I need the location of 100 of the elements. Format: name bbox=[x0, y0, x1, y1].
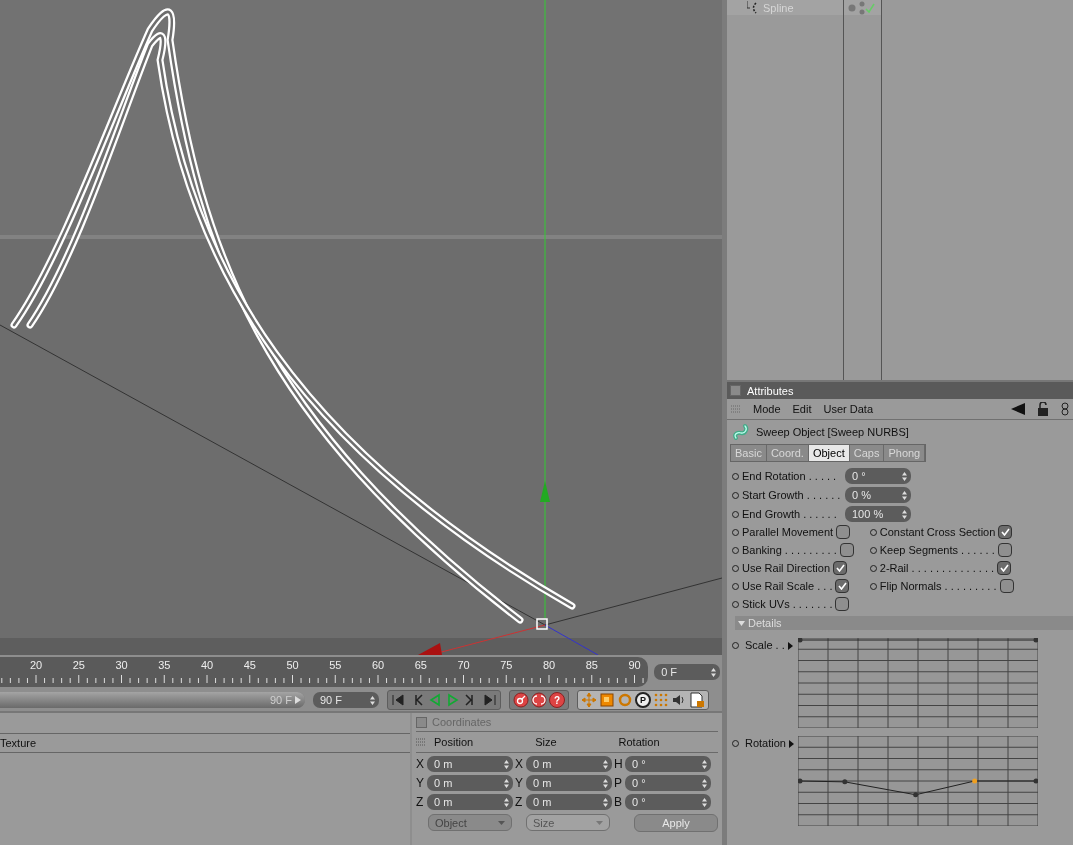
axis-label: Y bbox=[416, 776, 425, 790]
value-field[interactable]: 0 m bbox=[427, 794, 513, 810]
checkbox[interactable] bbox=[997, 561, 1012, 575]
panel-checkbox[interactable] bbox=[730, 385, 741, 396]
spinner-icon[interactable] bbox=[370, 695, 375, 705]
parameter-key-button[interactable]: P bbox=[635, 692, 651, 708]
axis-label: X bbox=[416, 757, 425, 771]
spinner-icon[interactable] bbox=[504, 778, 509, 788]
field-label: Start Growth . . . . . . bbox=[742, 489, 842, 501]
checkbox[interactable] bbox=[835, 597, 850, 611]
spline-graph[interactable] bbox=[798, 736, 1038, 826]
option-label: Constant Cross Section bbox=[879, 526, 996, 538]
sweep-object-icon bbox=[732, 423, 750, 441]
back-arrow-icon[interactable] bbox=[1011, 403, 1025, 415]
menu-item[interactable]: User Data bbox=[823, 403, 874, 415]
grip-icon[interactable] bbox=[416, 737, 426, 747]
value-field[interactable]: 0 m bbox=[427, 775, 513, 791]
auto-key-icon[interactable] bbox=[531, 692, 547, 708]
tab[interactable]: Object bbox=[808, 445, 850, 461]
value-field[interactable]: 0 ° bbox=[625, 794, 711, 810]
checkbox[interactable] bbox=[997, 543, 1012, 557]
spinner-icon[interactable] bbox=[603, 797, 608, 807]
frame-label: 65 bbox=[414, 659, 427, 671]
frame-label: 25 bbox=[72, 659, 85, 671]
document-icon[interactable] bbox=[689, 692, 705, 708]
record-key-icon[interactable] bbox=[513, 692, 529, 708]
spinner-icon[interactable] bbox=[504, 759, 509, 769]
expand-arrow-icon[interactable] bbox=[787, 642, 793, 650]
axis-label: Z bbox=[416, 795, 425, 809]
skip-end-icon[interactable] bbox=[481, 692, 497, 708]
panel-checkbox[interactable] bbox=[416, 716, 427, 728]
column-header: Size bbox=[535, 736, 557, 748]
frame-label: 45 bbox=[243, 659, 256, 671]
spinner-icon[interactable] bbox=[603, 778, 608, 788]
frame-label: 60 bbox=[371, 659, 385, 671]
caret-icon bbox=[498, 820, 505, 825]
value-field[interactable]: 0 m bbox=[526, 756, 612, 772]
value-field[interactable]: 0 ° bbox=[625, 775, 711, 791]
checkbox[interactable] bbox=[833, 561, 848, 575]
visibility-dot-icon[interactable] bbox=[848, 3, 856, 12]
spinner-icon[interactable] bbox=[902, 509, 907, 519]
value-field[interactable]: 0 m bbox=[526, 775, 612, 791]
expand-arrow-icon[interactable] bbox=[789, 740, 794, 748]
max-frame-field[interactable]: 90 F bbox=[313, 692, 379, 708]
grip-icon[interactable] bbox=[731, 404, 741, 414]
scale-icon[interactable] bbox=[599, 692, 615, 708]
panel-title: Attributes bbox=[747, 384, 794, 397]
disclosure-triangle-icon[interactable] bbox=[738, 620, 745, 626]
spinner-icon[interactable] bbox=[702, 797, 707, 807]
axis-label: B bbox=[614, 795, 623, 809]
play-icon bbox=[295, 696, 301, 704]
menu-item[interactable]: Mode bbox=[753, 403, 781, 415]
axis-label: H bbox=[614, 757, 623, 771]
lock-icon[interactable] bbox=[1037, 402, 1049, 416]
option-label: 2-Rail . . . . . . . . . . . . . . bbox=[879, 562, 995, 574]
timeline-ruler[interactable]: 20 25 30 35 40 45 50 55 60 65 70 75 80 85 90 bbox=[0, 657, 649, 687]
field-label: End Growth . . . . . . bbox=[742, 508, 838, 520]
value-field[interactable]: 0 m bbox=[526, 794, 612, 810]
spinner-icon[interactable] bbox=[603, 759, 608, 769]
frame-label: 35 bbox=[158, 659, 171, 671]
checkbox[interactable] bbox=[999, 579, 1014, 593]
dropdown[interactable]: Object bbox=[428, 814, 512, 831]
checkmark-icon[interactable] bbox=[859, 0, 875, 15]
frame-label: 55 bbox=[329, 659, 342, 671]
checkbox[interactable] bbox=[835, 579, 850, 593]
spinner-icon[interactable] bbox=[504, 797, 509, 807]
column-header: Position bbox=[434, 736, 474, 748]
spinner-icon[interactable] bbox=[702, 778, 707, 788]
checkbox[interactable] bbox=[836, 525, 851, 539]
spinner-icon[interactable] bbox=[711, 667, 716, 677]
graph-label: Rotation bbox=[745, 737, 786, 749]
spinner-icon[interactable] bbox=[902, 471, 907, 481]
axis-label: X bbox=[515, 757, 524, 771]
frame-field[interactable]: 0 F bbox=[654, 664, 720, 680]
spline-graph[interactable] bbox=[798, 638, 1038, 728]
value-field[interactable]: 0 ° bbox=[625, 756, 711, 772]
spinner-icon[interactable] bbox=[902, 490, 907, 500]
value-field[interactable]: 0 % bbox=[845, 487, 911, 503]
value-field[interactable]: 100 % bbox=[845, 506, 911, 522]
link-icon[interactable] bbox=[1061, 402, 1069, 416]
value-field[interactable]: 0 m bbox=[427, 756, 513, 772]
option-label: Keep Segments . . . . . . bbox=[879, 544, 995, 556]
checkbox[interactable] bbox=[839, 543, 854, 557]
option-label: Flip Normals . . . . . . . . . bbox=[879, 580, 997, 592]
key-help-button[interactable]: ? bbox=[549, 692, 565, 708]
axis-label: Y bbox=[515, 776, 524, 790]
axis-label: P bbox=[614, 776, 623, 790]
frame-label: 85 bbox=[585, 659, 598, 671]
axis-label: Z bbox=[515, 795, 524, 809]
option-label: Stick UVs . . . . . . . bbox=[742, 598, 833, 610]
speaker-icon[interactable] bbox=[671, 692, 687, 708]
spinner-icon[interactable] bbox=[702, 759, 707, 769]
column-header: Rotation bbox=[618, 736, 660, 748]
menu-item[interactable]: Edit bbox=[792, 403, 812, 415]
option-label: Banking . . . . . . . . . bbox=[742, 544, 837, 556]
3d-viewport[interactable] bbox=[0, 0, 722, 655]
value-field[interactable]: 0 ° bbox=[845, 468, 911, 484]
checkbox[interactable] bbox=[998, 525, 1013, 539]
object-title: Sweep Object [Sweep NURBS] bbox=[756, 426, 909, 438]
skip-start-icon[interactable] bbox=[391, 692, 407, 708]
